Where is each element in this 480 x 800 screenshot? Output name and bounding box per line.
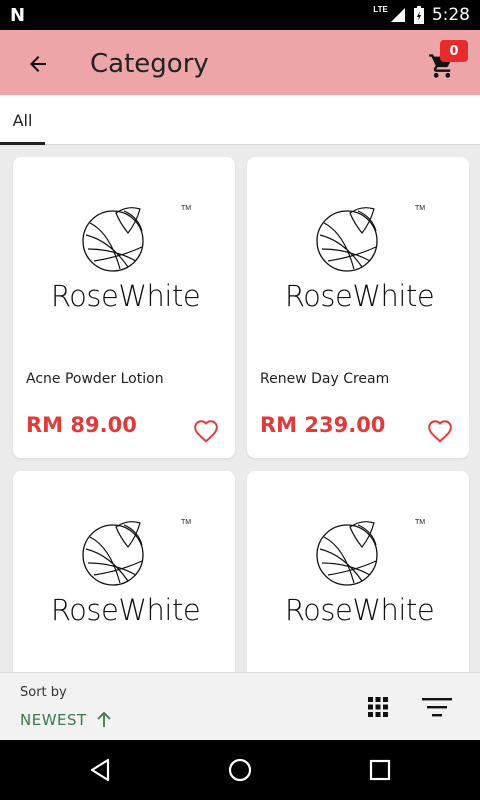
rose-mark-icon bbox=[82, 207, 144, 272]
trademark-label: TM bbox=[415, 519, 426, 526]
status-bar: N LTE 5:28 bbox=[0, 0, 480, 30]
category-tabs: All bbox=[0, 95, 480, 145]
trademark-label: TM bbox=[415, 205, 426, 212]
arrow-left-icon bbox=[30, 56, 46, 72]
triangle-back-icon bbox=[90, 758, 110, 782]
brand-logo: TM RoseWhite bbox=[43, 511, 208, 631]
nav-recents-button[interactable] bbox=[364, 754, 396, 786]
nav-back-button[interactable] bbox=[84, 754, 116, 786]
trademark-label: TM bbox=[181, 519, 192, 526]
product-card[interactable]: TM RoseWhite Renew Day Cream RM 239.00 bbox=[247, 157, 469, 458]
square-recents-icon bbox=[369, 759, 391, 781]
grid-view-icon[interactable] bbox=[366, 695, 390, 719]
brand-name: RoseWhite bbox=[284, 593, 435, 627]
cart-count-badge: 0 bbox=[440, 40, 468, 62]
brand-name: RoseWhite bbox=[50, 593, 201, 627]
wishlist-heart-icon[interactable] bbox=[427, 419, 453, 443]
sort-bar: Sort by NEWEST bbox=[0, 672, 480, 740]
circle-home-icon bbox=[228, 758, 252, 782]
wishlist-heart-icon[interactable] bbox=[193, 419, 219, 443]
rose-mark-icon bbox=[82, 521, 144, 586]
network-type: LTE bbox=[373, 4, 388, 14]
product-card[interactable]: TM RoseWhite bbox=[247, 471, 469, 691]
brand-logo: TM RoseWhite bbox=[277, 197, 442, 317]
tab-all[interactable]: All bbox=[0, 95, 45, 145]
product-price: RM 89.00 bbox=[26, 413, 137, 437]
rose-mark-icon bbox=[316, 207, 378, 272]
notification-n-icon: N bbox=[10, 5, 26, 26]
trademark-label: TM bbox=[181, 205, 192, 212]
system-nav-bar bbox=[0, 740, 480, 800]
tab-indicator bbox=[0, 142, 45, 145]
battery-icon bbox=[413, 6, 424, 24]
sort-toggle[interactable]: NEWEST bbox=[20, 711, 111, 729]
brand-logo: TM RoseWhite bbox=[43, 197, 208, 317]
app-bar: Category 0 bbox=[0, 30, 480, 95]
sort-value: NEWEST bbox=[20, 711, 87, 729]
brand-logo: TM RoseWhite bbox=[277, 511, 442, 631]
signal-icon bbox=[390, 8, 405, 22]
back-button[interactable] bbox=[22, 48, 54, 80]
product-card[interactable]: TM RoseWhite Acne Powder Lotion RM 89.00 bbox=[13, 157, 235, 458]
arrow-up-icon bbox=[97, 712, 111, 727]
clock: 5:28 bbox=[431, 5, 470, 25]
product-name: Acne Powder Lotion bbox=[26, 371, 164, 387]
nav-home-button[interactable] bbox=[224, 754, 256, 786]
sort-label: Sort by bbox=[20, 685, 67, 700]
product-name: Renew Day Cream bbox=[260, 371, 390, 387]
product-price: RM 239.00 bbox=[260, 413, 386, 437]
brand-name: RoseWhite bbox=[284, 279, 435, 313]
filter-icon[interactable] bbox=[420, 695, 454, 719]
page-title: Category bbox=[90, 49, 209, 79]
brand-name: RoseWhite bbox=[50, 279, 201, 313]
rose-mark-icon bbox=[316, 521, 378, 586]
product-card[interactable]: TM RoseWhite bbox=[13, 471, 235, 691]
status-icons: LTE 5:28 bbox=[373, 0, 470, 30]
